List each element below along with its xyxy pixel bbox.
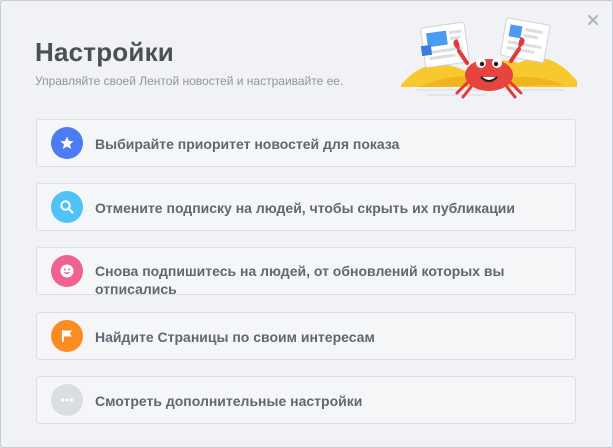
option-discover-pages[interactable]: Найдите Страницы по своим интересам bbox=[36, 312, 576, 360]
more-icon bbox=[51, 384, 83, 416]
option-label: Выбирайте приоритет новостей для показа bbox=[95, 136, 400, 152]
option-label: Отмените подписку на людей, чтобы скрыть… bbox=[95, 200, 516, 216]
option-prioritize-news[interactable]: Выбирайте приоритет новостей для показа bbox=[36, 119, 576, 167]
dialog-subtitle: Управляйте своей Лентой новостей и настр… bbox=[35, 74, 344, 88]
option-label: Снова подпишитесь на людей, от обновлени… bbox=[95, 263, 505, 297]
option-unfollow-people[interactable]: Отмените подписку на людей, чтобы скрыть… bbox=[36, 183, 576, 231]
crab-illustration-icon bbox=[401, 17, 577, 99]
option-label: Смотреть дополнительные настройки bbox=[95, 393, 363, 409]
smiley-icon bbox=[51, 255, 83, 287]
option-more-settings[interactable]: Смотреть дополнительные настройки bbox=[36, 376, 576, 424]
star-icon bbox=[51, 127, 83, 159]
option-label: Найдите Страницы по своим интересам bbox=[95, 329, 375, 345]
search-icon bbox=[51, 191, 83, 223]
flag-icon bbox=[51, 320, 83, 352]
news-feed-preferences-dialog: Настройки Управляйте своей Лентой новост… bbox=[0, 0, 613, 448]
dialog-title: Настройки bbox=[35, 37, 174, 67]
option-refollow-people[interactable]: Снова подпишитесь на людей, от обновлени… bbox=[36, 247, 576, 297]
close-icon[interactable] bbox=[586, 13, 600, 27]
